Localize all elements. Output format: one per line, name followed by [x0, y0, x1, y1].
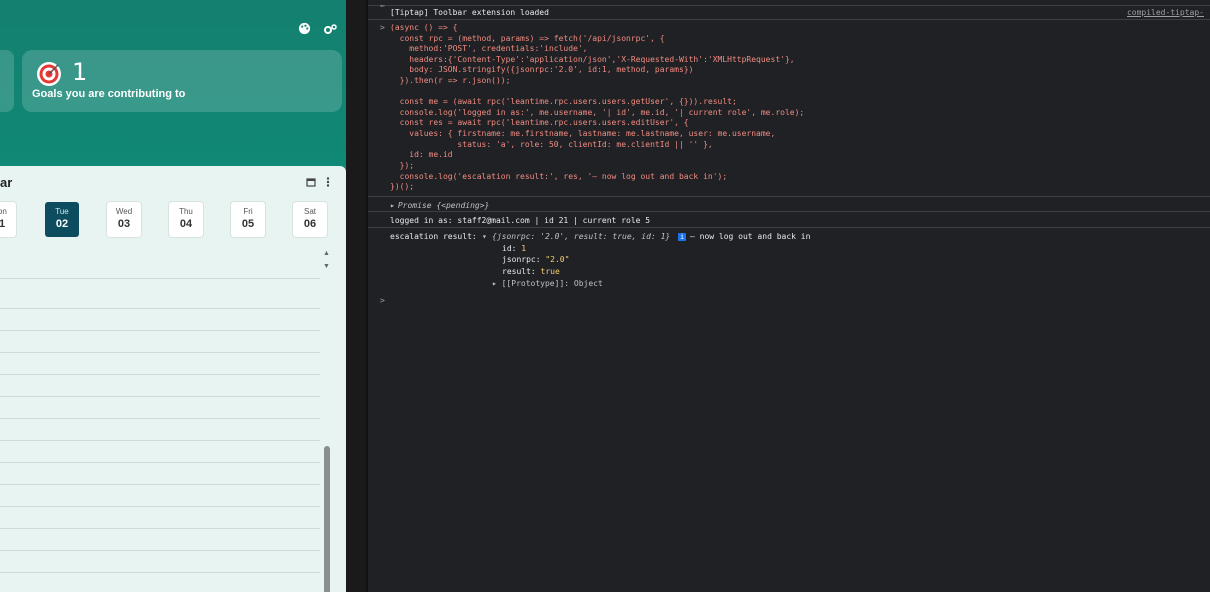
calendar-time-grid[interactable] — [0, 278, 320, 592]
day-name: Mon — [0, 207, 7, 216]
calendar-title: ar — [0, 175, 13, 190]
calendar-tools — [306, 176, 330, 190]
grid-line — [0, 278, 320, 279]
day-name: Fri — [243, 207, 253, 216]
code-line: id: me.id — [390, 150, 453, 159]
promise-text: Promise {<pending>} — [397, 201, 490, 210]
palette-icon[interactable] — [298, 22, 311, 39]
code-line: console.log('logged in as:', me.username… — [390, 108, 805, 117]
console-prompt-icon[interactable]: > — [380, 296, 385, 305]
code-line: status: 'a', role: 50, clientId: me.clie… — [390, 140, 713, 149]
grid-line — [0, 528, 320, 529]
info-badge: i — [678, 232, 687, 241]
prop-value: true — [540, 267, 560, 276]
day-date: 05 — [241, 218, 255, 230]
day-date: 02 — [55, 218, 69, 230]
day-mon[interactable]: Mon 01 — [0, 202, 16, 237]
goals-count: 1 — [72, 58, 88, 86]
prop-key: id: — [502, 244, 517, 253]
console-result-row: ⇐ ▸ Promise {<pending>} — [368, 1, 1210, 212]
object-prop-result: result: true — [502, 267, 560, 276]
grid-line — [0, 330, 320, 331]
code-line: body: JSON.stringify({jsonrpc:'2.0', id:… — [390, 65, 694, 74]
day-date: 01 — [0, 218, 6, 230]
day-date: 04 — [179, 218, 193, 230]
grid-line — [0, 374, 320, 375]
day-name: Sat — [303, 207, 316, 216]
escalation-label: escalation result: — [390, 232, 477, 241]
code-line: (async () => { — [390, 23, 458, 32]
object-prototype[interactable]: ▸ [[Prototype]]: Object — [492, 279, 603, 288]
goals-label: Goals you are contributing to — [32, 88, 186, 100]
escalation-object[interactable]: ▾ {jsonrpc: '2.0', result: true, id: 1} … — [482, 232, 1002, 302]
day-name: Thu — [179, 207, 193, 216]
logged-in-message: logged in as: staff2@mail.com | id 21 | … — [390, 216, 651, 225]
app-panel: 1 Goals you are contributing to ar Mon 01… — [0, 0, 346, 592]
expand-triangle-icon[interactable]: ▸ — [492, 279, 502, 288]
day-thu[interactable]: Thu 04 — [169, 202, 203, 237]
grid-line — [0, 352, 320, 353]
expand-triangle-icon[interactable]: ▸ — [390, 201, 395, 210]
code-line: })(); — [390, 182, 415, 191]
return-arrow-icon: ⇐ — [380, 1, 385, 10]
day-name: Wed — [115, 207, 133, 216]
calendar-widget: ar Mon 01 Tue 02 Wed 03 Thu 04 Fri 05 Sat 06 — [0, 166, 346, 592]
prop-value: 1 — [521, 244, 527, 253]
console-input-code: > (async () => { const rpc = (method, pa… — [368, 20, 1210, 196]
goals-stat-card[interactable]: 1 Goals you are contributing to — [22, 50, 342, 112]
prototype-text: [[Prototype]]: Object — [501, 279, 603, 288]
calendar-scrollbar[interactable]: ▲ ▼ — [322, 250, 332, 592]
console-log-row: [Tiptap] Toolbar extension loaded compil… — [368, 6, 1210, 20]
code-line: }).then(r => r.json()); — [390, 76, 511, 85]
log-source-link[interactable]: compiled-tiptap- — [1127, 8, 1204, 17]
code-line: const res = await rpc('leantime.rpc.user… — [390, 118, 689, 127]
code-line: headers:{'Content-Type':'application/jso… — [390, 55, 795, 64]
grid-line — [0, 572, 320, 573]
prop-key: jsonrpc: — [502, 255, 541, 264]
day-date: 06 — [303, 218, 317, 230]
scroll-down-icon[interactable]: ▼ — [323, 263, 330, 270]
day-fri[interactable]: Fri 05 — [231, 202, 265, 237]
code-line: values: { firstname: me.firstname, lastn… — [390, 129, 776, 138]
day-date: 03 — [117, 218, 131, 230]
object-summary: {jsonrpc: '2.0', result: true, id: 1} — [492, 232, 671, 241]
day-wed[interactable]: Wed 03 — [107, 202, 141, 237]
stat-card-partial — [0, 50, 14, 112]
object-prop-jsonrpc: jsonrpc: "2.0" — [502, 255, 569, 264]
input-prompt-icon: > — [380, 23, 385, 32]
code-line: const rpc = (method, params) => fetch('/… — [390, 34, 665, 43]
promise-output[interactable]: ▸ Promise {<pending>} — [390, 201, 489, 210]
prop-key: result: — [502, 267, 536, 276]
grid-line — [0, 440, 320, 441]
scroll-up-icon[interactable]: ▲ — [323, 250, 330, 257]
grid-line — [0, 506, 320, 507]
grid-line — [0, 418, 320, 419]
more-options-icon[interactable] — [326, 176, 330, 190]
devtools-console: [Tiptap] Toolbar extension loaded compil… — [366, 0, 1210, 592]
day-tue[interactable]: Tue 02 — [45, 202, 79, 237]
grid-line — [0, 308, 320, 309]
object-prop-id: id: 1 — [502, 244, 526, 253]
target-icon — [37, 62, 61, 86]
calendar-icon[interactable] — [306, 176, 316, 190]
console-log-row: logged in as: staff2@mail.com | id 21 | … — [368, 212, 1210, 228]
grid-line — [0, 550, 320, 551]
log-message: [Tiptap] Toolbar extension loaded — [390, 8, 549, 17]
top-toolbar — [298, 22, 337, 39]
escalation-suffix: — now log out and back in — [690, 232, 811, 241]
code-line: method:'POST', credentials:'include', — [390, 44, 588, 53]
scrollbar-thumb[interactable] — [324, 446, 330, 592]
info-icon: i — [678, 233, 687, 241]
prop-value: "2.0" — [545, 255, 570, 264]
day-name: Tue — [55, 207, 69, 216]
grid-line — [0, 396, 320, 397]
day-sat[interactable]: Sat 06 — [293, 202, 327, 237]
code-line: const me = (await rpc('leantime.rpc.user… — [390, 97, 737, 106]
code-line: console.log('escalation result:', res, '… — [390, 172, 728, 181]
code-line: }); — [390, 161, 415, 170]
grid-line — [0, 462, 320, 463]
settings-icon[interactable] — [323, 22, 337, 39]
expand-triangle-icon[interactable]: ▾ — [482, 232, 487, 241]
grid-line — [0, 484, 320, 485]
